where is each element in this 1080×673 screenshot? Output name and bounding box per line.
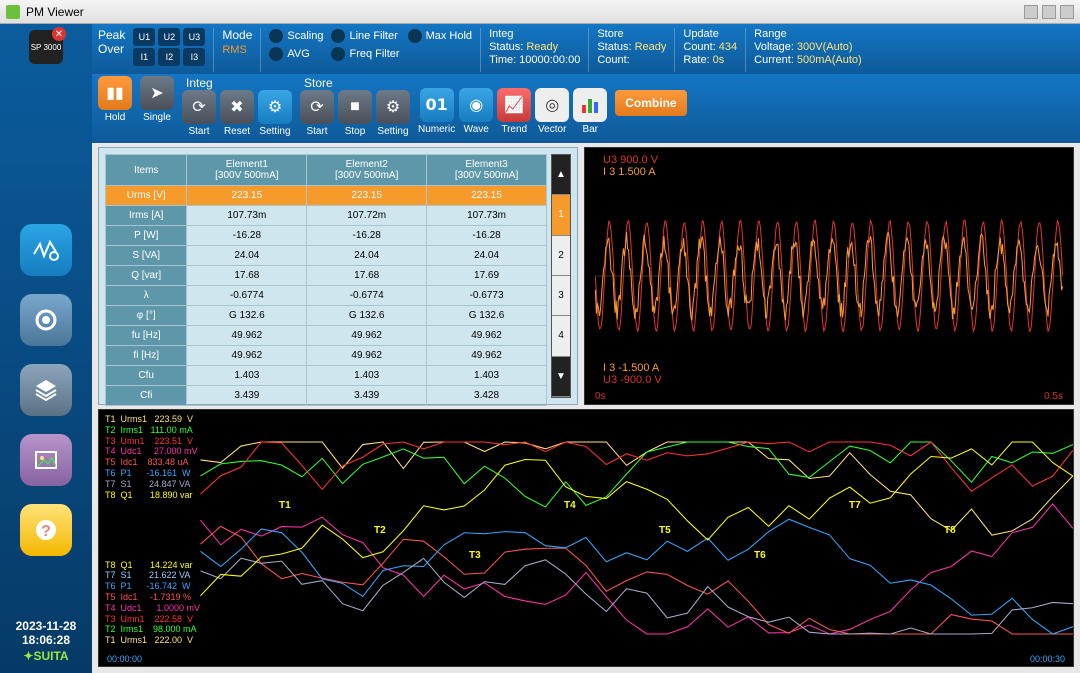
table-row[interactable]: fu [Hz]49.96249.96249.962 — [106, 326, 547, 346]
wave-u3-min: U3 -900.0 V — [603, 374, 662, 386]
trend-marker-t5: T5 — [659, 525, 671, 536]
wave-u3-max: U3 900.0 V — [603, 154, 658, 166]
table-page-tabs: ▲1234▼ — [551, 154, 571, 398]
table-row[interactable]: φ [°]G 132.6G 132.6G 132.6 — [106, 306, 547, 326]
range-current: 500mA(Auto) — [797, 54, 862, 66]
app-icon — [6, 5, 20, 19]
range-voltage: 300V(Auto) — [797, 41, 853, 53]
table-row[interactable]: fi [Hz]49.96249.96249.962 — [106, 346, 547, 366]
peak-u3-indicator: U3 — [183, 28, 205, 46]
integ-setting-button[interactable]: ⚙ — [258, 90, 292, 124]
table-row[interactable]: S [VA]24.0424.0424.04 — [106, 246, 547, 266]
update-label: Update — [683, 28, 737, 40]
wave-i3-min: I 3 -1.500 A — [603, 362, 662, 374]
sidebar-settings-button[interactable] — [20, 294, 72, 346]
sidebar-clock: 2023-11-28 18:06:28 ✦SUITA — [16, 619, 77, 663]
integ-start-button[interactable]: ⟳ — [182, 90, 216, 124]
table-row[interactable]: Irms [A]107.73m107.72m107.73m — [106, 206, 547, 226]
table-row[interactable]: Q [var]17.6817.6817.69 — [106, 266, 547, 286]
trend-marker-t6: T6 — [754, 550, 766, 561]
bar-button[interactable] — [573, 88, 607, 122]
sidebar-layers-button[interactable] — [20, 364, 72, 416]
peak-i3-indicator: I3 — [183, 48, 205, 66]
trend-marker-t4: T4 — [564, 500, 576, 511]
line-filter-toggle[interactable]: Line Filter — [331, 29, 399, 43]
hold-button[interactable]: ▮▮ — [98, 76, 132, 110]
wave-button[interactable]: ◉ — [459, 88, 493, 122]
table-row[interactable]: Cfu1.4031.4031.403 — [106, 366, 547, 386]
wave-pane[interactable]: U3 900.0 V I 3 1.500 A I 3 -1.500 A U3 -… — [584, 147, 1074, 405]
svg-text:?: ? — [41, 523, 51, 540]
freq-filter-toggle[interactable]: Freq Filter — [331, 47, 399, 61]
peak-u1-indicator: U1 — [133, 28, 155, 46]
numeric-button[interactable]: 𝟬𝟭 — [420, 88, 454, 122]
table-row[interactable]: P [W]-16.28-16.28-16.28 — [106, 226, 547, 246]
avg-toggle[interactable]: AVG — [269, 47, 323, 61]
close-button[interactable] — [1060, 5, 1074, 19]
store-status: Ready — [635, 41, 667, 53]
store-setting-button[interactable]: ⚙ — [376, 90, 410, 124]
table-row[interactable]: Urms [V]223.15223.15223.15 — [106, 186, 547, 206]
vector-button[interactable]: ◎ — [535, 88, 569, 122]
scaling-toggle[interactable]: Scaling — [269, 29, 323, 43]
window-title: PM Viewer — [26, 5, 84, 19]
trend-button[interactable]: 📈 — [497, 88, 531, 122]
sidebar-help-button[interactable]: ? — [20, 504, 72, 556]
vtab-4[interactable]: 4 — [552, 316, 570, 356]
device-logo[interactable]: SP 3000 ✕ — [29, 30, 63, 64]
table-row[interactable]: Cfi3.4393.4393.428 — [106, 386, 547, 406]
peak-u2-indicator: U2 — [158, 28, 180, 46]
max-hold-toggle[interactable]: Max Hold — [408, 29, 472, 43]
wave-i3-max: I 3 1.500 A — [603, 166, 658, 178]
trend-marker-t1: T1 — [279, 500, 291, 511]
peak-i1-indicator: I1 — [133, 48, 155, 66]
vtab-1[interactable]: 1 — [552, 195, 570, 235]
mode-label: Mode — [222, 28, 252, 42]
table-row[interactable]: λ-0.6774-0.6774-0.6773 — [106, 286, 547, 306]
vtab-3[interactable]: 3 — [552, 276, 570, 316]
update-count: 434 — [719, 41, 737, 53]
integ-status: Ready — [526, 41, 558, 53]
store-stop-button[interactable]: ■ — [338, 90, 372, 124]
numeric-table-pane: ItemsElement1 [300V 500mA]Element2 [300V… — [98, 147, 578, 405]
trend-pane[interactable]: T1 Urms1 223.59 VT2 Irms1 111.00 mAT3 Um… — [98, 409, 1074, 667]
trend-marker-t8: T8 — [944, 525, 956, 536]
trend-marker-t2: T2 — [374, 525, 386, 536]
integ-reset-button[interactable]: ✖ — [220, 90, 254, 124]
integ-time: 10000:00:00 — [519, 54, 580, 66]
mode-value: RMS — [222, 44, 252, 56]
combine-button[interactable]: Combine — [615, 90, 686, 116]
store-start-button[interactable]: ⟳ — [300, 90, 334, 124]
trend-marker-t7: T7 — [849, 500, 861, 511]
trend-time-start: 00:00:00 — [107, 654, 142, 664]
trend-marker-t3: T3 — [469, 550, 481, 561]
update-rate: 0s — [713, 54, 725, 66]
left-sidebar: SP 3000 ✕ ? 2023-11-28 18:06:28 ✦SUITA — [0, 24, 92, 673]
peak-i2-indicator: I2 — [158, 48, 180, 66]
integ-label: Integ — [489, 28, 580, 40]
vtab-5[interactable]: ▼ — [552, 357, 570, 397]
main-toolbar: ▮▮Hold ➤Single Integ ⟳Start ✖Reset ⚙Sett… — [92, 74, 1080, 143]
disconnect-icon: ✕ — [52, 27, 66, 41]
range-label: Range — [754, 28, 862, 40]
trend-time-end: 00:00:30 — [1030, 654, 1065, 664]
sidebar-measure-button[interactable] — [20, 224, 72, 276]
store-label: Store — [597, 28, 666, 40]
window-titlebar: PM Viewer — [0, 0, 1080, 24]
minimize-button[interactable] — [1024, 5, 1038, 19]
maximize-button[interactable] — [1042, 5, 1056, 19]
vtab-2[interactable]: 2 — [552, 236, 570, 276]
top-ribbon: Peak Over U1U2U3 I1I2I3 Mode RMS Scaling… — [92, 24, 1080, 74]
measurement-table: ItemsElement1 [300V 500mA]Element2 [300V… — [105, 154, 547, 406]
sidebar-image-button[interactable] — [20, 434, 72, 486]
peak-over-label: Peak Over — [98, 28, 125, 56]
single-button[interactable]: ➤ — [140, 76, 174, 110]
vtab-0[interactable]: ▲ — [552, 155, 570, 195]
